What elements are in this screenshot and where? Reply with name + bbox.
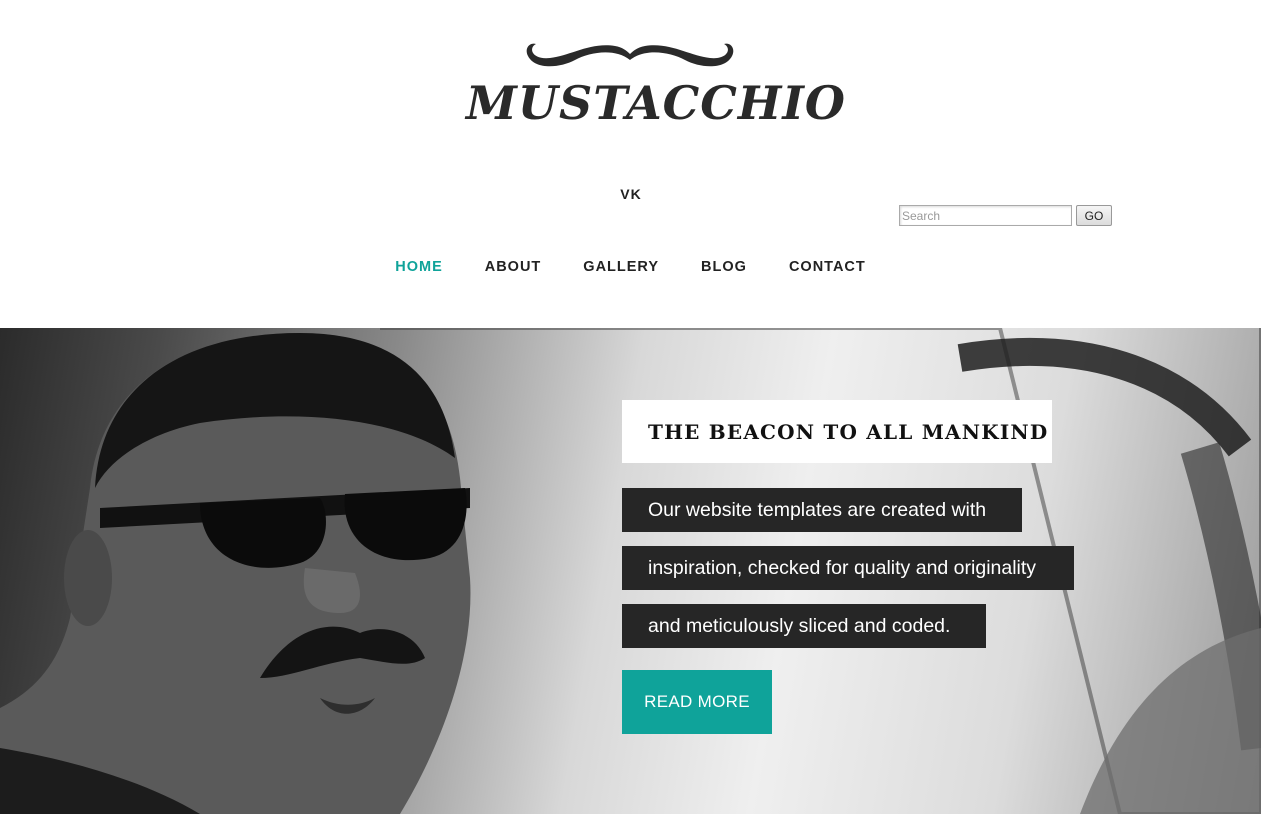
hero-banner: THE BEACON TO ALL MANKIND Our website te…	[0, 328, 1261, 814]
logo-wordmark: MUSTACCHIO	[466, 76, 846, 130]
site-logo[interactable]: MUSTACCHIO	[466, 38, 846, 138]
search-input[interactable]	[899, 205, 1072, 226]
nav-item-about[interactable]: ABOUT	[485, 259, 542, 275]
nav-item-blog[interactable]: BLOG	[701, 259, 747, 275]
hero-text-line: inspiration, checked for quality and ori…	[622, 546, 1074, 590]
search-form: GO	[899, 205, 1112, 226]
hero-title: THE BEACON TO ALL MANKIND	[622, 400, 1052, 463]
nav-item-gallery[interactable]: GALLERY	[583, 259, 659, 275]
vk-link[interactable]: VK	[606, 186, 656, 202]
read-more-button[interactable]: READ MORE	[622, 670, 772, 734]
main-nav: HOME ABOUT GALLERY BLOG CONTACT	[0, 259, 1261, 275]
mustache-icon	[526, 43, 734, 67]
nav-item-contact[interactable]: CONTACT	[789, 259, 866, 275]
search-go-button[interactable]: GO	[1076, 205, 1112, 226]
hero-text-line: and meticulously sliced and coded.	[622, 604, 986, 648]
hero-text-line: Our website templates are created with	[622, 488, 1022, 532]
nav-item-home[interactable]: HOME	[395, 259, 443, 275]
site-header: MUSTACCHIO VK GO HOME ABOUT GALLERY BLOG…	[0, 0, 1261, 328]
